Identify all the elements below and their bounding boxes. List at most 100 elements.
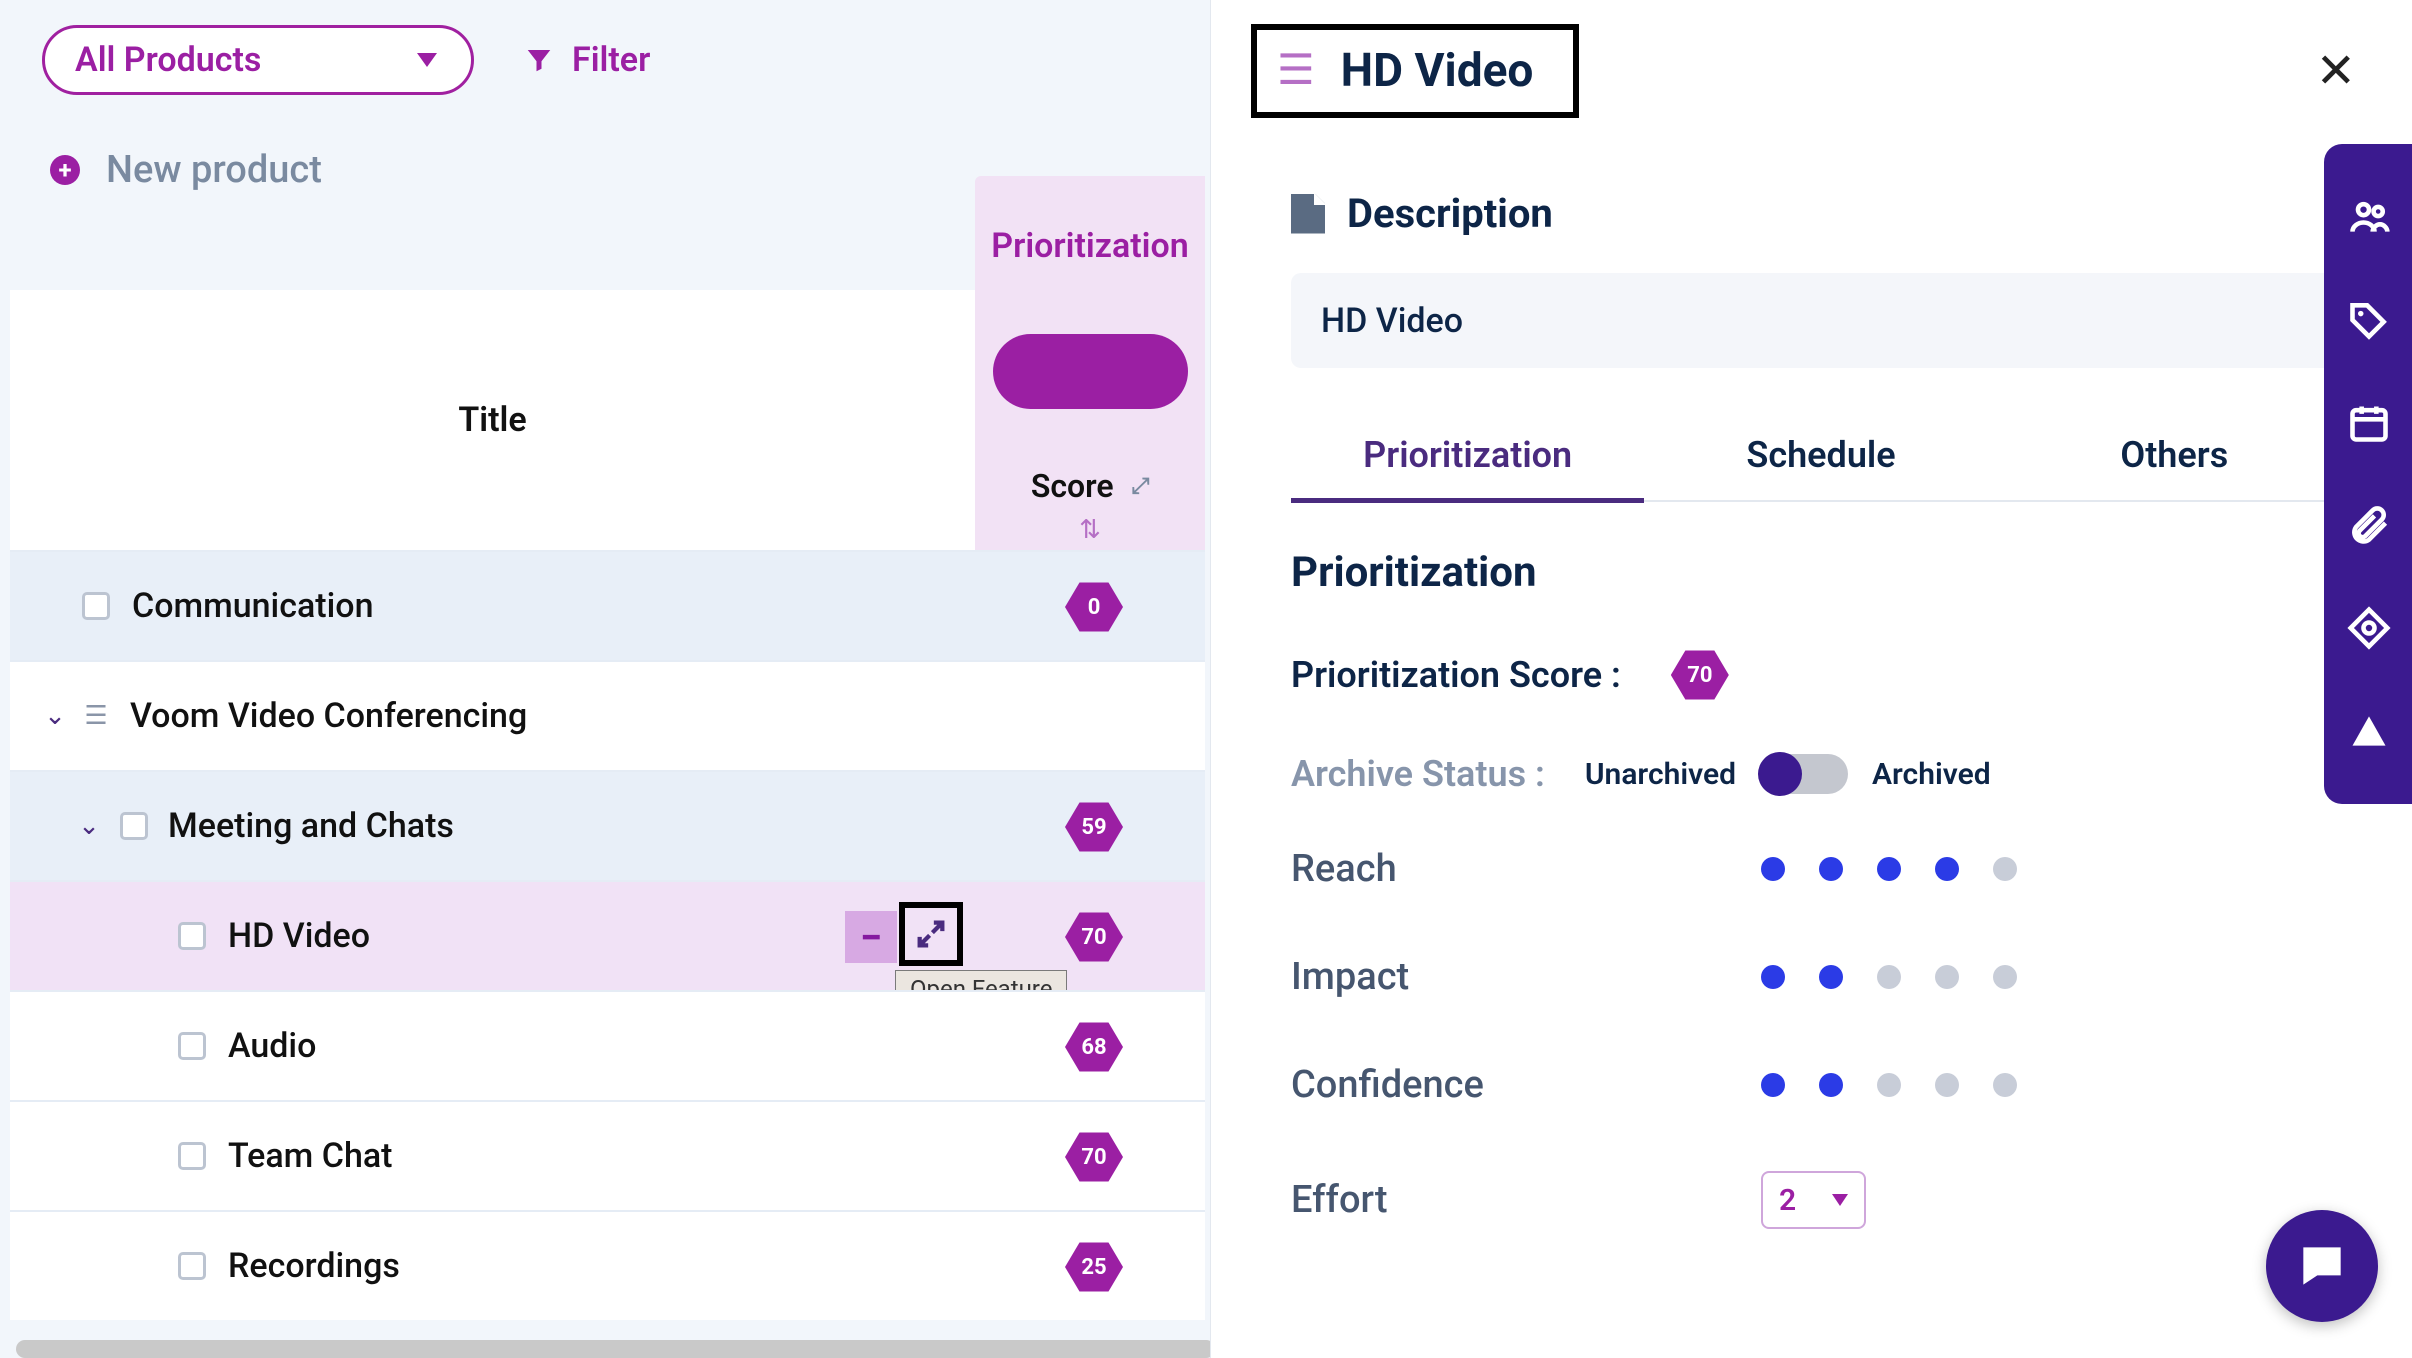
- sort-icon[interactable]: ⇅: [1031, 515, 1149, 545]
- rating-dot[interactable]: [1819, 1073, 1843, 1097]
- impact-dots: [1761, 965, 2017, 989]
- effort-row: Effort 2: [1291, 1171, 2348, 1229]
- row-checkbox[interactable]: [82, 592, 110, 620]
- row-title: Team Chat: [228, 1136, 392, 1176]
- chevron-down-icon[interactable]: ⌄: [42, 703, 68, 729]
- rating-dot[interactable]: [1877, 965, 1901, 989]
- rating-dot[interactable]: [1819, 965, 1843, 989]
- group-row[interactable]: ⌄ ☰ Voom Video Conferencing: [10, 660, 1205, 770]
- reach-dots: [1761, 857, 2017, 881]
- subgroup-row[interactable]: ⌄ Meeting and Chats 59: [10, 770, 1205, 880]
- row-checkbox[interactable]: [178, 922, 206, 950]
- description-text[interactable]: HD Video: [1291, 273, 2371, 368]
- open-feature-button[interactable]: [899, 902, 963, 966]
- score-column-text: Score: [1031, 467, 1114, 505]
- calendar-icon[interactable]: [2347, 401, 2391, 445]
- rating-dot[interactable]: [1819, 857, 1843, 881]
- chat-icon: [2294, 1238, 2350, 1294]
- archive-toggle[interactable]: [1760, 754, 1848, 794]
- side-rail: [2324, 144, 2412, 804]
- list-pane: All Products Filter + New product Title …: [10, 0, 1205, 1358]
- rating-dot[interactable]: [1935, 1073, 1959, 1097]
- row-actions: − Open Feature: [845, 908, 963, 966]
- description-heading: Description: [1347, 190, 1553, 237]
- score-badge: 70: [1065, 911, 1123, 963]
- row-checkbox[interactable]: [120, 812, 148, 840]
- products-dropdown[interactable]: All Products: [42, 25, 474, 95]
- score-badge: 68: [1065, 1021, 1123, 1073]
- impact-row: Impact: [1291, 955, 2348, 999]
- score-badge: 70: [1065, 1131, 1123, 1183]
- rating-dot[interactable]: [1761, 965, 1785, 989]
- rating-dot[interactable]: [1993, 857, 2017, 881]
- tag-icon[interactable]: [2347, 298, 2391, 342]
- archive-row: Archive Status : Unarchived Archived: [1291, 753, 2348, 795]
- effort-label: Effort: [1291, 1178, 1761, 1222]
- row-title: Meeting and Chats: [168, 806, 454, 846]
- feature-row-team-chat[interactable]: Team Chat 70: [10, 1100, 1205, 1210]
- diamond-icon[interactable]: [2347, 606, 2391, 650]
- score-badge: 70: [1671, 649, 1729, 701]
- title-column-header: Title: [10, 290, 975, 550]
- tab-schedule[interactable]: Schedule: [1644, 434, 1997, 500]
- list-icon: ☰: [82, 702, 110, 730]
- panel-title: HD Video: [1341, 44, 1534, 98]
- effort-value: 2: [1779, 1183, 1796, 1218]
- panel-title-wrap: ☰ HD Video: [1251, 24, 1579, 118]
- score-column-label: Score ⤢: [1031, 467, 1149, 505]
- prioritization-section: Prioritization Prioritization Score : 70…: [1291, 548, 2348, 1229]
- rating-dot[interactable]: [1993, 1073, 2017, 1097]
- prioritization-header-label: Prioritization: [991, 226, 1188, 266]
- row-title: HD Video: [228, 916, 370, 956]
- list-icon: ☰: [1277, 50, 1315, 92]
- confidence-label: Confidence: [1291, 1063, 1761, 1107]
- app-root: All Products Filter + New product Title …: [0, 0, 2412, 1358]
- products-dropdown-label: All Products: [75, 40, 261, 80]
- expand-icon[interactable]: ⤢: [1132, 474, 1150, 499]
- rating-dot[interactable]: [1935, 857, 1959, 881]
- filter-button[interactable]: Filter: [524, 40, 650, 80]
- h-scrollbar[interactable]: [16, 1340, 1215, 1358]
- prioritization-selected-pill[interactable]: [993, 334, 1188, 409]
- rating-dot[interactable]: [1761, 857, 1785, 881]
- row-checkbox[interactable]: [178, 1032, 206, 1060]
- confidence-row: Confidence: [1291, 1063, 2348, 1107]
- document-icon: [1291, 194, 1325, 234]
- archive-left-label: Unarchived: [1585, 757, 1736, 792]
- rating-dot[interactable]: [1877, 1073, 1901, 1097]
- triangle-icon[interactable]: [2347, 709, 2391, 753]
- remove-button[interactable]: −: [845, 911, 897, 963]
- funnel-icon: [524, 45, 554, 75]
- rating-dot[interactable]: [1993, 965, 2017, 989]
- expand-icon: [914, 917, 948, 951]
- score-row: Prioritization Score : 70: [1291, 649, 2348, 701]
- archive-label: Archive Status :: [1291, 753, 1545, 795]
- chevron-down-icon[interactable]: ⌄: [76, 813, 102, 839]
- effort-select[interactable]: 2: [1761, 1171, 1866, 1229]
- row-title: Voom Video Conferencing: [130, 696, 527, 736]
- rating-dot[interactable]: [1877, 857, 1901, 881]
- people-icon[interactable]: [2347, 195, 2391, 239]
- close-button[interactable]: ✕: [2316, 42, 2356, 99]
- feature-row-audio[interactable]: Audio 68: [10, 990, 1205, 1100]
- new-product-label: New product: [106, 148, 322, 192]
- product-row[interactable]: Communication 0: [10, 550, 1205, 660]
- tab-others[interactable]: Others: [1998, 434, 2351, 500]
- rating-dot[interactable]: [1761, 1073, 1785, 1097]
- rating-dot[interactable]: [1935, 965, 1959, 989]
- feature-row-recordings[interactable]: Recordings 25: [10, 1210, 1205, 1320]
- chevron-down-icon: [417, 53, 437, 67]
- row-checkbox[interactable]: [178, 1142, 206, 1170]
- plus-icon: +: [50, 155, 80, 185]
- attachment-icon[interactable]: [2347, 503, 2391, 547]
- feature-rows: Communication 0 ⌄ ☰ Voom Video Conferenc…: [10, 550, 1205, 1320]
- chat-fab[interactable]: [2266, 1210, 2378, 1322]
- feature-row-hd-video[interactable]: HD Video − Open Feature 70: [10, 880, 1205, 990]
- description-section-header: Description: [1291, 190, 2348, 237]
- row-checkbox[interactable]: [178, 1252, 206, 1280]
- chevron-down-icon: [1832, 1194, 1848, 1206]
- tab-prioritization[interactable]: Prioritization: [1291, 434, 1644, 503]
- reach-row: Reach: [1291, 847, 2348, 891]
- archive-right-label: Archived: [1872, 757, 1991, 792]
- archive-toggle-wrap: Unarchived Archived: [1585, 754, 1991, 794]
